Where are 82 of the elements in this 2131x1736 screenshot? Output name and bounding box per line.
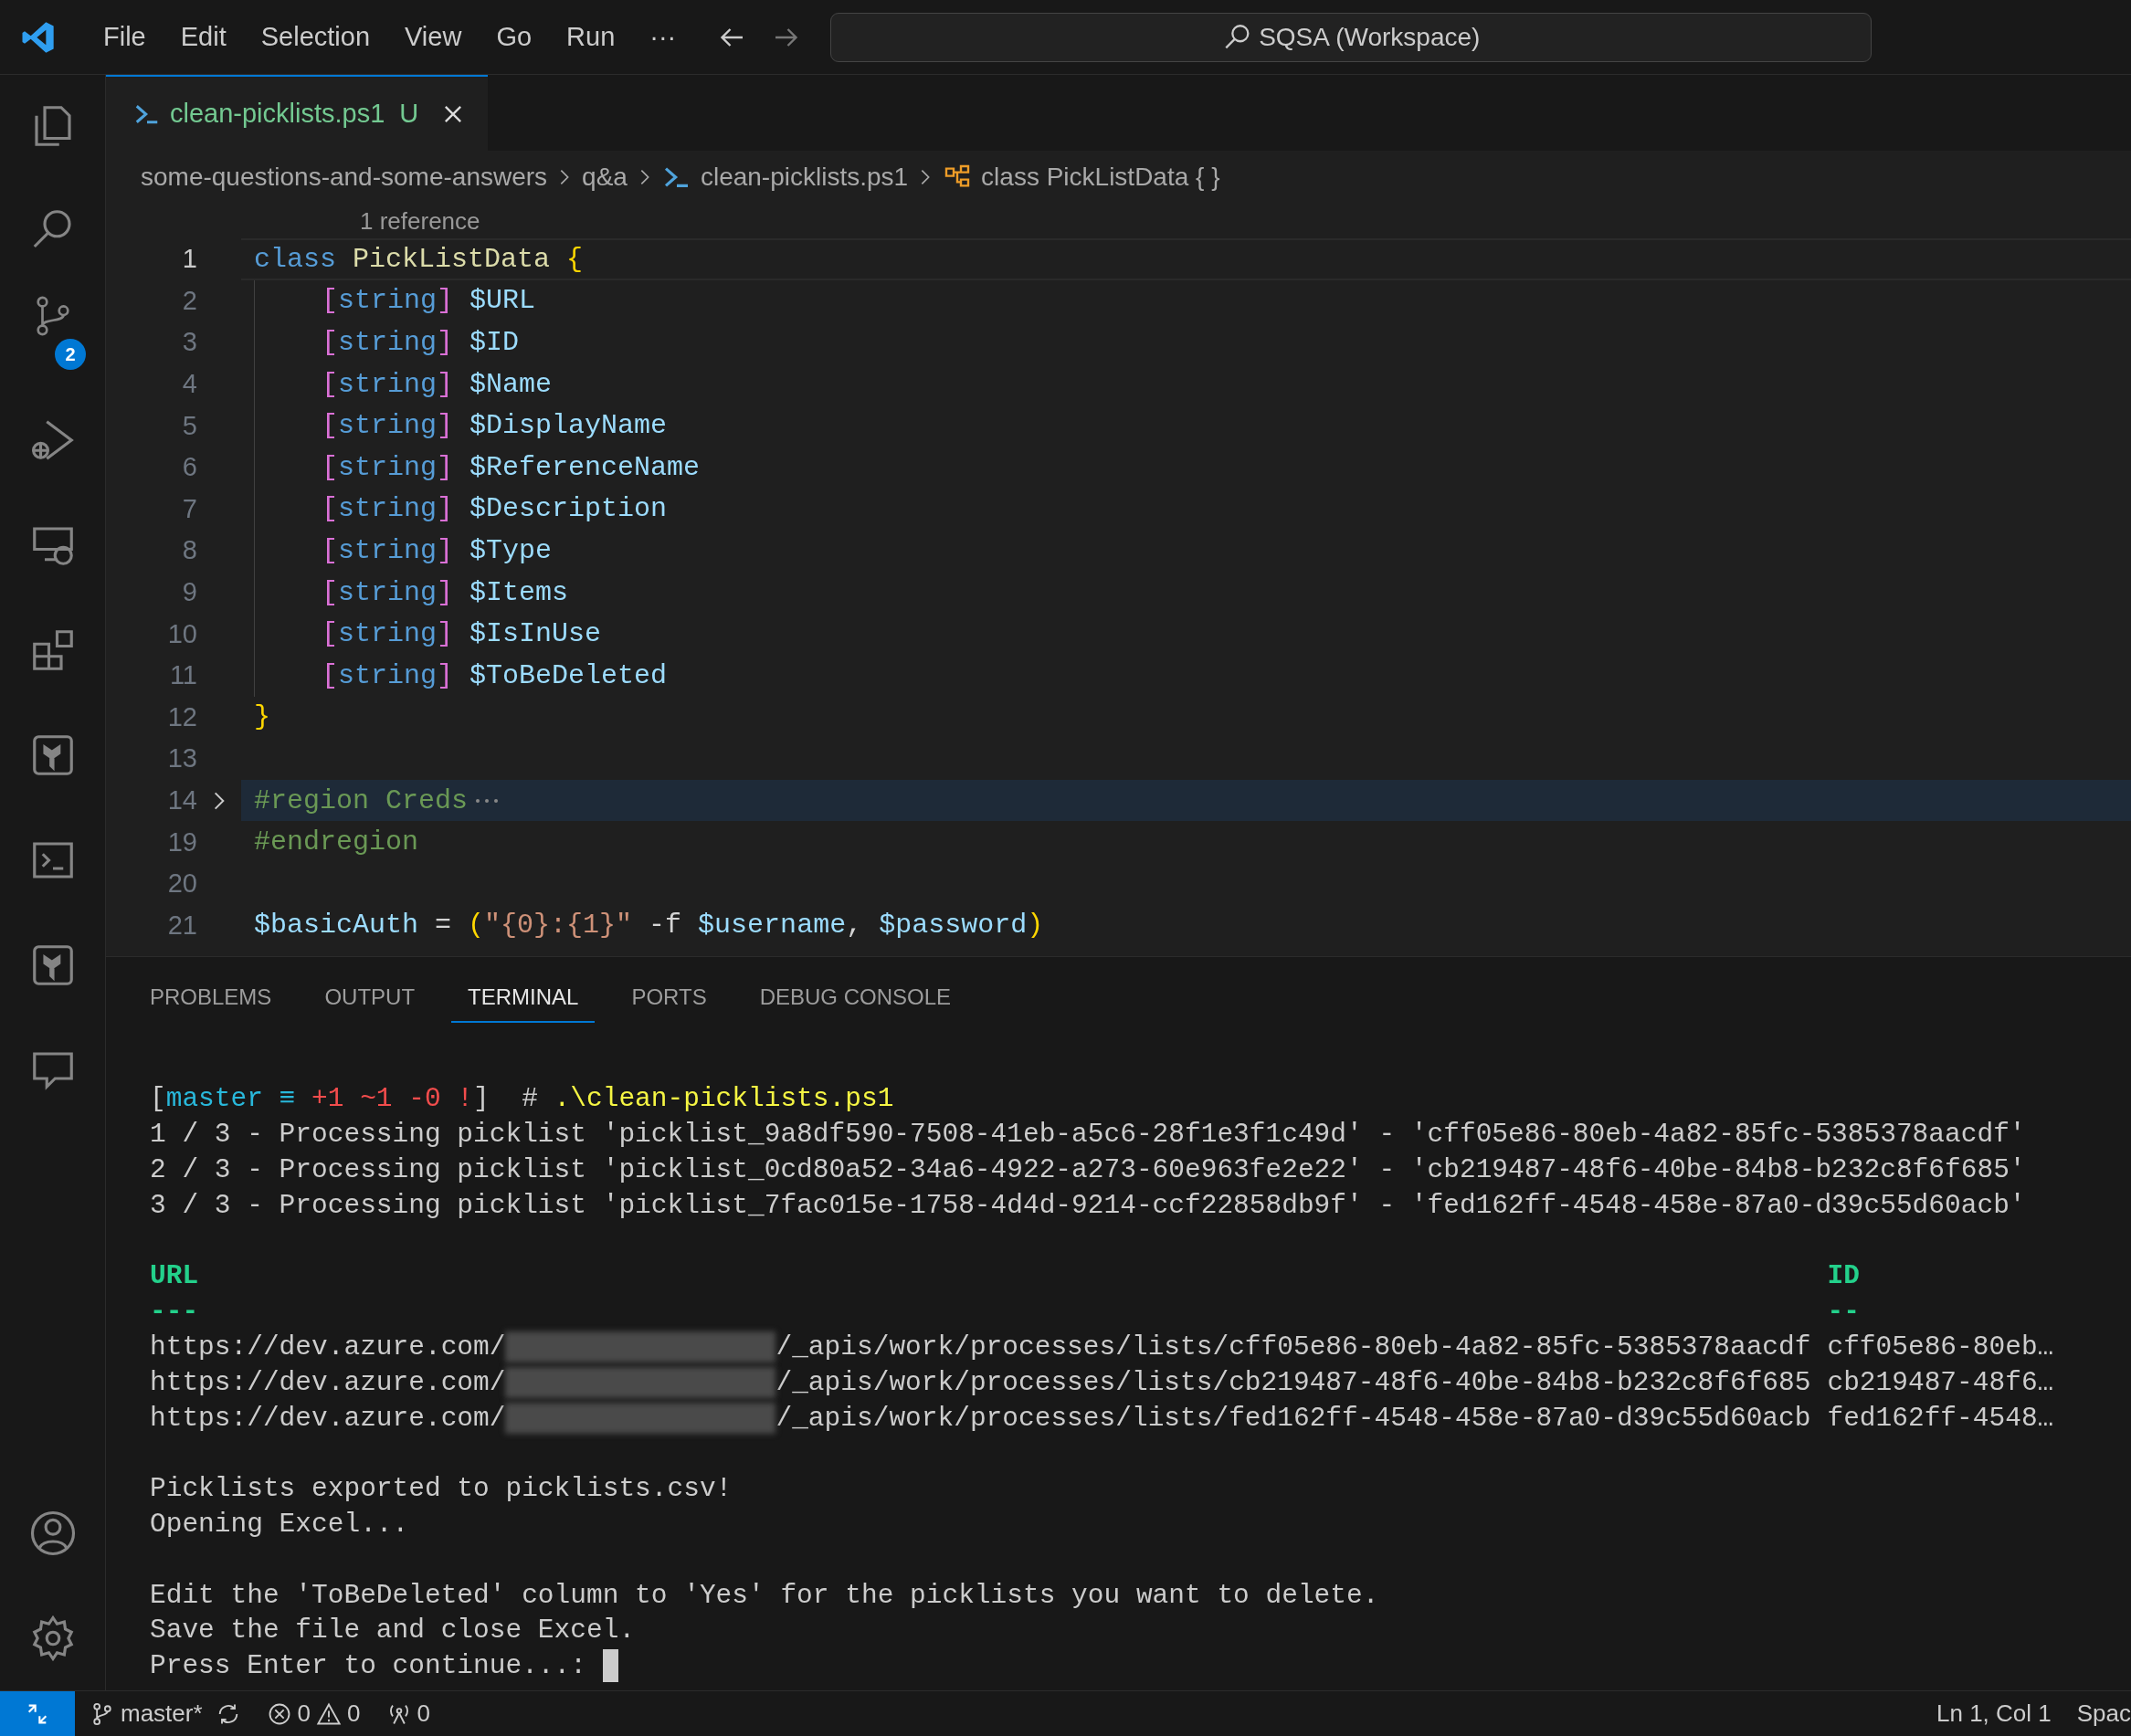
line-number: 1: [181, 244, 197, 275]
code-line: [string] $Items: [321, 576, 569, 608]
problems-button[interactable]: 0 0: [253, 1699, 374, 1728]
line-number: 21: [166, 910, 197, 941]
line-number: 9: [181, 577, 197, 608]
panel-tab[interactable]: DEBUG CONSOLE: [743, 973, 968, 1023]
remote-button[interactable]: [0, 1691, 75, 1736]
line-number: 3: [181, 327, 197, 358]
line-number: 7: [181, 493, 197, 524]
id-text: fed162ff-4548…: [1827, 1402, 2054, 1434]
column-header: URL: [150, 1260, 200, 1292]
code-line: #region Creds: [254, 784, 469, 816]
notification-badge: 2: [55, 339, 86, 370]
id-text: cff05e86-80eb…: [1827, 1331, 2054, 1362]
menu-item[interactable]: File: [86, 18, 164, 56]
terminal-line: 3 / 3 - Processing picklist 'picklist_7fac015e-1758-4d4d-9214-ccf22858db9f' - 'fed162ff-4548-458e-87a0-d39c55d60acb': [150, 1189, 2026, 1221]
line-number: 11: [168, 660, 197, 691]
url-text: https://dev.azure.com/: [150, 1331, 506, 1362]
url-text: https://dev.azure.com/: [150, 1402, 506, 1434]
menu-item[interactable]: Edit: [163, 18, 244, 56]
menu-item[interactable]: View: [387, 18, 480, 56]
warning-icon: [316, 1700, 343, 1727]
panel-tab[interactable]: PROBLEMS: [133, 973, 289, 1023]
code-line: [string] $ToBeDeleted: [321, 659, 668, 691]
indentation-setting[interactable]: Spac: [2063, 1699, 2131, 1728]
column-underline: --: [1827, 1296, 1861, 1328]
code-line: }: [254, 701, 270, 733]
terminal-line: Opening Excel...: [150, 1508, 409, 1540]
branch-button[interactable]: master*: [75, 1699, 216, 1728]
code-line: [string] $ID: [321, 327, 520, 358]
column-underline: ---: [150, 1296, 200, 1328]
menu-item[interactable]: Run: [549, 18, 633, 56]
editor-tab[interactable]: clean-picklists.ps1 U: [106, 75, 489, 151]
code-line: #endregion: [254, 826, 419, 858]
line-number: 13: [166, 743, 197, 774]
line-number: 5: [181, 410, 197, 441]
menu-item[interactable]: Selection: [243, 18, 388, 56]
code-line: class PickListData {: [254, 243, 584, 275]
menu-item[interactable]: Go: [479, 18, 550, 56]
code-line: [string] $ReferenceName: [321, 451, 701, 483]
breadcrumb-item[interactable]: q&a: [582, 163, 628, 192]
url-text: /_apis/work/processes/lists/cff05e86-80eb-4a82-85fc-5385378aacdf: [775, 1331, 1811, 1362]
breadcrumb-item[interactable]: some-questions-and-some-answers: [141, 163, 548, 192]
column-header: ID: [1827, 1260, 1861, 1292]
url-text: /_apis/work/processes/lists/fed162ff-4548-458e-87a0-d39c55d60acb: [775, 1402, 1811, 1434]
code-line: [string] $DisplayName: [321, 410, 668, 442]
code-line: [string] $IsInUse: [321, 618, 602, 650]
code-line: [string] $Description: [321, 493, 668, 525]
line-number: 19: [166, 826, 197, 857]
codelens-reference-count[interactable]: 1 reference: [360, 204, 480, 238]
terminal-line: Edit the 'ToBeDeleted' column to 'Yes' for the picklists you want to delete.: [150, 1579, 1379, 1611]
panel-tab[interactable]: OUTPUT: [308, 973, 432, 1023]
line-number: 12: [166, 701, 197, 732]
ports-button[interactable]: 0: [373, 1699, 443, 1728]
code-line: [string] $URL: [321, 285, 536, 317]
breadcrumb-item[interactable]: clean-picklists.ps1: [661, 163, 909, 192]
code-line: $basicAuth = ("{0}:{1}" -f $username, $password): [254, 910, 1044, 942]
command-search-field[interactable]: SQSA (Workspace): [830, 12, 1873, 62]
line-number: 6: [181, 452, 197, 483]
id-text: cb219487-48f6…: [1827, 1366, 2054, 1398]
breadcrumb-item[interactable]: class PickListData { }: [943, 163, 1220, 192]
terminal-line: Press Enter to continue...:: [150, 1650, 587, 1682]
terminal-line: 1 / 3 - Processing picklist 'picklist_9a8df590-7508-41eb-a5c6-28f1e3f1c49d' - 'cff05e86-80eb-4a82-85fc-5385378aacdf': [150, 1119, 2026, 1151]
panel-tab[interactable]: PORTS: [615, 973, 723, 1023]
code-line: [string] $Name: [321, 368, 553, 400]
menu-item[interactable]: ···: [632, 18, 694, 56]
terminal-line: Save the file and close Excel.: [150, 1615, 636, 1647]
code-line: [string] $Type: [321, 534, 553, 566]
terminal-line: 2 / 3 - Processing picklist 'picklist_0cd80a52-34a6-4922-a273-60e963fe2e22' - 'cb219487-48f6-40be-84b8-b232c8f6f685': [150, 1154, 2026, 1185]
terminal-line: Picklists exported to picklists.csv!: [150, 1473, 733, 1505]
line-number: 4: [181, 369, 197, 400]
url-text: https://dev.azure.com/: [150, 1366, 506, 1398]
line-number: 8: [181, 535, 197, 566]
line-number: 14: [166, 785, 197, 815]
line-number: 20: [166, 868, 197, 900]
panel-tab[interactable]: TERMINAL: [451, 973, 596, 1023]
line-number: 10: [166, 618, 197, 649]
terminal-cursor: [602, 1649, 618, 1683]
line-number: 2: [181, 285, 197, 316]
cursor-position[interactable]: Ln 1, Col 1: [1924, 1699, 2064, 1728]
url-text: /_apis/work/processes/lists/cb219487-48f6-40be-84b8-b232c8f6f685: [775, 1366, 1811, 1398]
terminal-line: [master ≡ +1 ~1 -0 !] # .\clean-picklists.ps1: [150, 1083, 894, 1115]
